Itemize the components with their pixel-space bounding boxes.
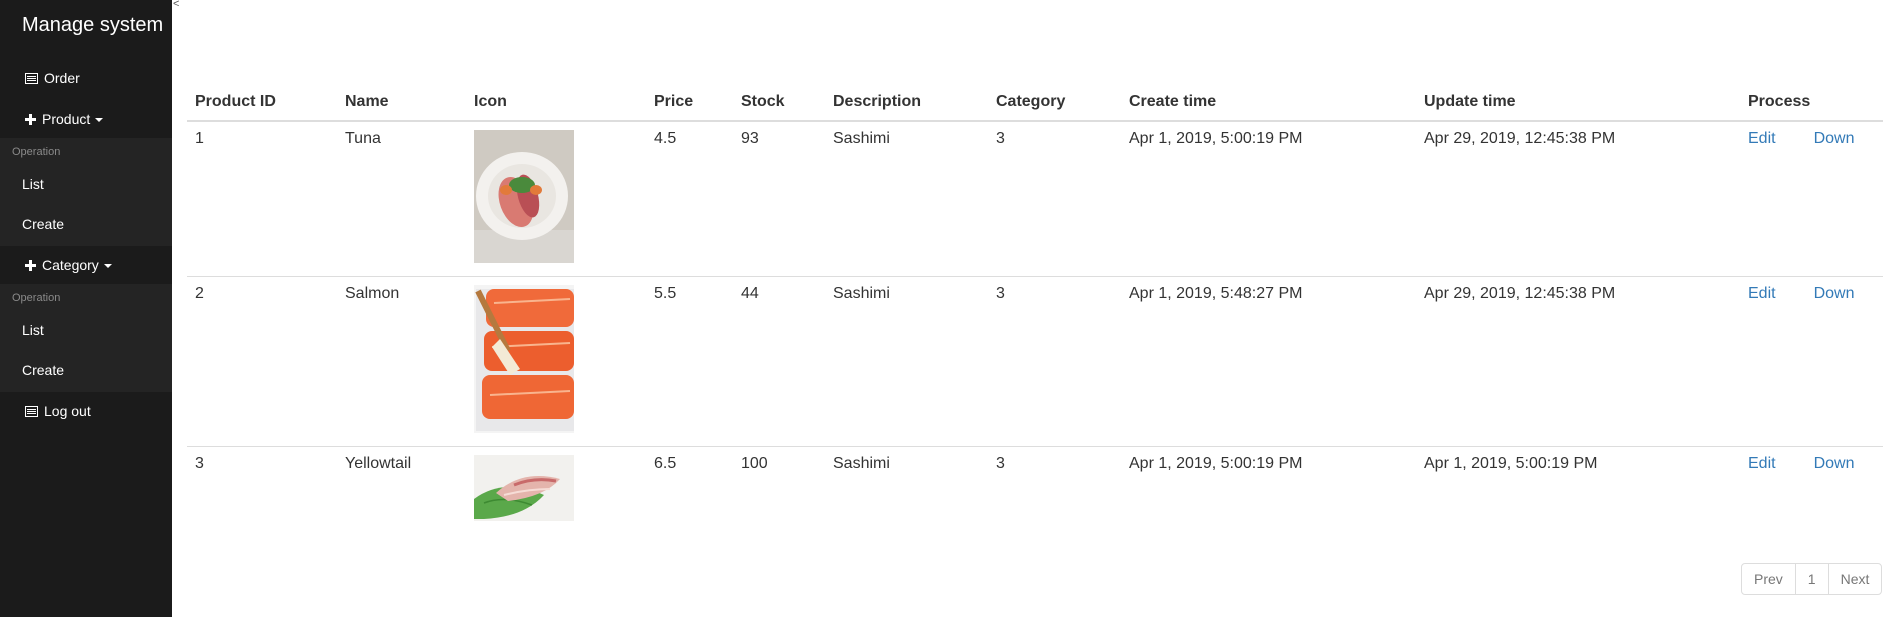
product-submenu-header: Operation — [12, 146, 61, 158]
pagination-page-button[interactable]: 1 — [1794, 564, 1828, 594]
category-submenu-list[interactable]: List — [0, 322, 172, 338]
sidebar-item-order-label: Order — [44, 70, 80, 86]
cell-icon — [466, 446, 646, 534]
product-table: Product ID Name Icon Price Stock Descrip… — [187, 88, 1883, 534]
list-icon — [25, 71, 38, 87]
main-content: Product ID Name Icon Price Stock Descrip… — [187, 88, 1886, 534]
cell-update-time: Apr 1, 2019, 5:00:19 PM — [1416, 446, 1740, 534]
cell-description: Sashimi — [825, 276, 988, 447]
table-row: 1 Tuna 4.5 93 Sashimi 3 Apr 1, 2019, 5:0… — [187, 121, 1883, 277]
cell-stock: 100 — [733, 446, 825, 534]
cell-update-time: Apr 29, 2019, 12:45:38 PM — [1424, 130, 1616, 147]
sidebar-item-order[interactable]: Order — [0, 70, 172, 87]
cell-category: 3 — [988, 446, 1121, 534]
cell-stock: 93 — [741, 130, 759, 147]
cell-name: Yellowtail — [337, 446, 466, 534]
column-header-process: Process — [1740, 88, 1883, 122]
table-row: 2 Salmon 5.5 44 Sashimi 3 Apr 1, 2019, 5… — [187, 276, 1883, 447]
cell-product-id: 1 — [195, 130, 204, 147]
table-row: 3 Yellowtail 6.5 100 Sashimi 3 Apr 1, 20… — [187, 446, 1883, 534]
column-header-description: Description — [825, 88, 988, 122]
edit-link[interactable]: Edit — [1748, 285, 1776, 303]
sidebar-item-product-label: Product — [42, 111, 91, 127]
caret-down-icon — [103, 264, 112, 269]
cell-process: Edit Down — [1740, 276, 1883, 447]
product-submenu: Operation List Create — [0, 138, 172, 246]
sidebar-item-logout-label: Log out — [44, 403, 91, 419]
yellowtail-sashimi-photo — [474, 455, 574, 526]
cell-stock: 44 — [733, 276, 825, 447]
down-link[interactable]: Down — [1814, 455, 1855, 473]
category-submenu-header: Operation — [12, 292, 61, 304]
pagination-prev-button[interactable]: Prev — [1742, 564, 1795, 594]
cell-description: Sashimi — [833, 130, 890, 147]
category-submenu: Operation List Create — [0, 284, 172, 392]
caret-down-icon — [95, 118, 104, 123]
sidebar-toggle[interactable]: < — [173, 0, 179, 10]
sidebar-item-logout[interactable]: Log out — [0, 403, 172, 420]
column-header-name: Name — [337, 88, 466, 122]
sidebar-item-category-label: Category — [42, 257, 99, 273]
column-header-category: Category — [988, 88, 1121, 122]
cell-description: Sashimi — [825, 446, 988, 534]
cell-price: 4.5 — [654, 130, 677, 147]
category-submenu-create[interactable]: Create — [0, 362, 172, 378]
sidebar: Manage system Order Product Operation Li… — [0, 0, 172, 617]
list-icon — [25, 404, 38, 420]
product-submenu-list[interactable]: List — [0, 176, 172, 192]
cell-process: Edit Down — [1740, 121, 1883, 277]
plus-icon — [25, 258, 36, 274]
column-header-price: Price — [646, 88, 733, 122]
cell-icon — [466, 276, 646, 447]
column-header-product-id: Product ID — [187, 88, 337, 122]
pagination-next-button[interactable]: Next — [1827, 564, 1882, 594]
cell-category: 3 — [988, 276, 1121, 447]
column-header-icon: Icon — [466, 88, 646, 122]
down-link[interactable]: Down — [1814, 130, 1855, 148]
cell-price: 5.5 — [646, 276, 733, 447]
brand-title: Manage system — [22, 14, 164, 36]
column-header-create-time: Create time — [1121, 88, 1416, 122]
sidebar-item-product[interactable]: Product — [0, 111, 172, 128]
product-submenu-create[interactable]: Create — [0, 216, 172, 232]
edit-link[interactable]: Edit — [1748, 455, 1776, 473]
cell-category: 3 — [996, 130, 1005, 147]
cell-price: 6.5 — [646, 446, 733, 534]
down-link[interactable]: Down — [1814, 285, 1855, 303]
cell-create-time: Apr 1, 2019, 5:00:19 PM — [1121, 446, 1416, 534]
edit-link[interactable]: Edit — [1748, 130, 1776, 148]
cell-icon — [466, 121, 646, 277]
tuna-sashimi-photo — [474, 130, 574, 268]
table-header-row: Product ID Name Icon Price Stock Descrip… — [187, 88, 1883, 122]
cell-product-id: 2 — [187, 276, 337, 447]
sidebar-item-category[interactable]: Category — [0, 257, 172, 274]
cell-create-time: Apr 1, 2019, 5:48:27 PM — [1121, 276, 1416, 447]
column-header-stock: Stock — [733, 88, 825, 122]
plus-icon — [25, 112, 36, 128]
cell-create-time: Apr 1, 2019, 5:00:19 PM — [1129, 130, 1303, 147]
cell-product-id: 3 — [187, 446, 337, 534]
cell-name: Salmon — [337, 276, 466, 447]
cell-update-time: Apr 29, 2019, 12:45:38 PM — [1416, 276, 1740, 447]
cell-process: Edit Down — [1740, 446, 1883, 534]
pagination: Prev 1 Next — [1741, 563, 1883, 595]
column-header-update-time: Update time — [1416, 88, 1740, 122]
salmon-fillet-photo — [474, 285, 574, 438]
cell-name: Tuna — [345, 130, 381, 147]
